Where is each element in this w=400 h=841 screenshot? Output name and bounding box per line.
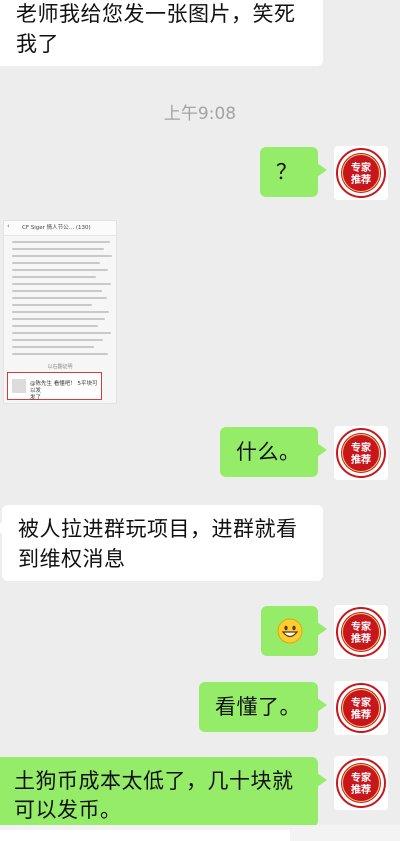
thumbnail-icon (12, 379, 26, 393)
message-bubble-received[interactable]: 老师我给您发一张图片，笑死 我了 (0, 0, 323, 66)
svg-text:推荐: 推荐 (351, 632, 371, 645)
message-bubble-received[interactable]: 被人拉进群玩项目，进群就看 到维权消息 (0, 505, 323, 581)
message-bubble-sent[interactable] (261, 606, 327, 656)
message-text: 看懂了。 (215, 695, 301, 719)
timestamp: 上午9:08 (163, 104, 237, 124)
message-text: 老师我给您发一张图片，笑死 (16, 2, 296, 26)
stamp-avatar-icon: 专家 推荐 (336, 683, 386, 733)
avatar[interactable]: 专家 推荐 (334, 681, 388, 735)
svg-text:推荐: 推荐 (351, 783, 371, 796)
back-icon: ‹ (7, 222, 10, 230)
message-text: 土狗币成本太低了，几十块就 (14, 769, 294, 793)
message-bubble-sent[interactable]: 什么。 (220, 427, 327, 477)
svg-text:专家: 专家 (351, 441, 372, 454)
message-text: 到维权消息 (18, 547, 126, 571)
message-bubble-sent[interactable]: 土狗币成本太低了，几十块就 可以发币。 (0, 757, 327, 827)
svg-text:专家: 专家 (351, 161, 372, 174)
highlighted-message: @陈先生 看懂吧！ 5平块可以发 发了 (7, 372, 102, 401)
next-message-edge (0, 830, 290, 841)
svg-text:推荐: 推荐 (351, 453, 371, 466)
image-title: CF Siger 情人节公… (130) (22, 225, 91, 231)
stamp-avatar-icon: 专家 推荐 (336, 148, 386, 198)
message-text: 被人拉进群玩项目，进群就看 (18, 517, 298, 541)
image-header: ‹ CF Siger 情人节公… (130) (4, 221, 116, 236)
message-bubble-sent[interactable]: 看懂了。 (199, 682, 327, 732)
image-footnote: 以右翻证明 (47, 364, 73, 370)
message-text: ？ (276, 160, 298, 184)
grinning-face-emoji-icon (277, 618, 303, 644)
message-text: 可以发币。 (14, 798, 122, 822)
message-text: 什么。 (236, 440, 301, 464)
message-text: 我了 (16, 32, 59, 56)
stamp-avatar-icon: 专家 推荐 (336, 607, 386, 657)
stamp-avatar-icon: 专家 推荐 (336, 428, 386, 478)
avatar[interactable]: 专家 推荐 (334, 605, 388, 659)
svg-text:专家: 专家 (351, 771, 372, 784)
avatar[interactable]: 专家 推荐 (334, 146, 388, 200)
highlighted-text: 发了 (30, 395, 42, 401)
stamp-avatar-icon: 专家 推荐 (336, 758, 386, 808)
highlighted-text: @陈先生 看懂吧！ 5平块可以发 (30, 381, 98, 394)
svg-text:推荐: 推荐 (351, 173, 371, 186)
avatar[interactable]: 专家 推荐 (334, 756, 388, 810)
message-bubble-sent[interactable]: ？ (260, 147, 327, 197)
svg-text:专家: 专家 (351, 620, 372, 633)
avatar[interactable]: 专家 推荐 (334, 426, 388, 480)
svg-text:推荐: 推荐 (351, 708, 371, 721)
svg-text:专家: 专家 (351, 696, 372, 709)
image-message[interactable]: ‹ CF Siger 情人节公… (130) 以右翻证明 @陈先生 看懂吧！ 5… (3, 220, 117, 404)
